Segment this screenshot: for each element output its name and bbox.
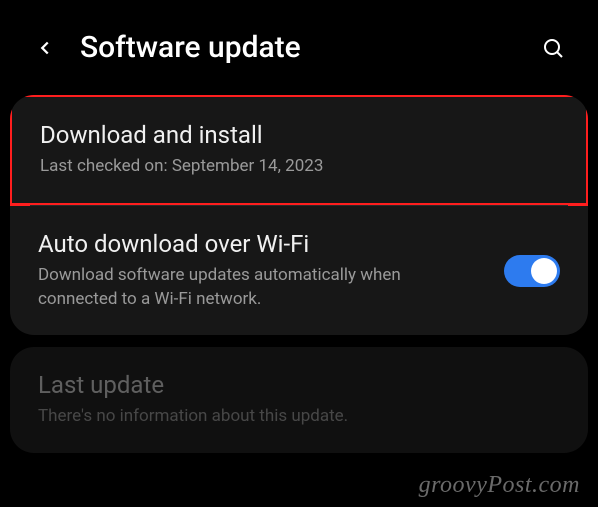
auto-download-title: Auto download over Wi-Fi xyxy=(38,230,484,258)
header: Software update xyxy=(0,0,598,85)
last-update-title: Last update xyxy=(38,371,560,399)
toggle-knob xyxy=(531,258,557,284)
search-icon xyxy=(541,36,565,60)
back-button[interactable] xyxy=(30,33,60,63)
watermark: groovyPost.com xyxy=(419,472,580,499)
auto-download-content: Auto download over Wi-Fi Download softwa… xyxy=(38,230,504,312)
auto-download-subtitle: Download software updates automatically … xyxy=(38,264,484,312)
search-button[interactable] xyxy=(538,33,568,63)
page-title: Software update xyxy=(80,30,538,65)
download-install-item[interactable]: Download and install Last checked on: Se… xyxy=(10,95,588,206)
back-arrow-icon xyxy=(34,37,56,59)
auto-download-toggle[interactable] xyxy=(504,255,560,287)
auto-download-item[interactable]: Auto download over Wi-Fi Download softwa… xyxy=(10,206,588,336)
last-update-item[interactable]: Last update There's no information about… xyxy=(10,347,588,453)
download-install-subtitle: Last checked on: September 14, 2023 xyxy=(40,155,558,179)
last-update-subtitle: There's no information about this update… xyxy=(38,405,560,429)
download-install-title: Download and install xyxy=(40,121,558,149)
settings-card-main: Download and install Last checked on: Se… xyxy=(10,95,588,335)
settings-card-last-update: Last update There's no information about… xyxy=(10,347,588,453)
